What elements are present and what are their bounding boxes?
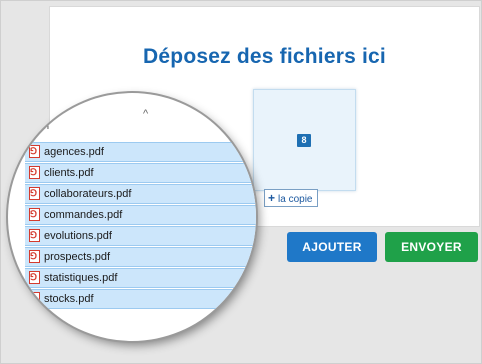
file-row[interactable]: ⅁ clients.pdf <box>25 163 256 183</box>
file-name: evolutions.pdf <box>44 230 112 242</box>
file-row[interactable]: ⅁ stocks.pdf <box>25 289 256 309</box>
send-button[interactable]: ENVOYER <box>385 232 478 262</box>
file-row[interactable]: ⅁ collaborateurs.pdf <box>25 184 256 204</box>
magnified-file-explorer: Nom ^ ⅁ agences.pdf ⅁ clients.pdf ⅁ collabora… <box>8 93 256 341</box>
file-row[interactable]: ⅁ commandes.pdf <box>25 205 256 225</box>
file-name: commandes.pdf <box>44 209 123 221</box>
sort-caret-icon: ^ <box>143 108 149 120</box>
file-name: clients.pdf <box>44 167 94 179</box>
file-row[interactable]: ⅁ prospects.pdf <box>25 247 256 267</box>
pdf-icon: ⅁ <box>29 250 41 264</box>
plus-icon: + <box>268 191 276 205</box>
copy-tooltip: + la copie <box>264 189 319 207</box>
file-name: prospects.pdf <box>44 251 111 263</box>
pdf-icon: ⅁ <box>29 271 41 285</box>
pdf-icon: ⅁ <box>29 187 41 201</box>
drag-preview-tile: 8 <box>253 89 356 191</box>
pdf-icon: ⅁ <box>29 229 41 243</box>
file-name: statistiques.pdf <box>44 272 118 284</box>
add-button[interactable]: AJOUTER <box>287 232 377 262</box>
drop-zone-title: Déposez des fichiers ici <box>143 45 386 68</box>
file-row[interactable]: ⅁ agences.pdf <box>25 142 256 162</box>
drag-count-badge: 8 <box>297 134 311 147</box>
pdf-icon: ⅁ <box>29 145 41 159</box>
pdf-icon: ⅁ <box>29 292 41 306</box>
file-name: stocks.pdf <box>44 293 94 305</box>
file-row[interactable]: ⅁ evolutions.pdf <box>25 226 256 246</box>
file-name: collaborateurs.pdf <box>44 188 132 200</box>
column-header-name[interactable]: Nom <box>26 120 49 132</box>
pdf-icon: ⅁ <box>29 208 41 222</box>
file-name: agences.pdf <box>44 146 104 158</box>
file-row[interactable]: ⅁ statistiques.pdf <box>25 268 256 288</box>
pdf-icon: ⅁ <box>29 166 41 180</box>
file-list: ⅁ agences.pdf ⅁ clients.pdf ⅁ collaborateurs.… <box>25 142 256 310</box>
copy-tooltip-label: la copie <box>278 194 313 205</box>
